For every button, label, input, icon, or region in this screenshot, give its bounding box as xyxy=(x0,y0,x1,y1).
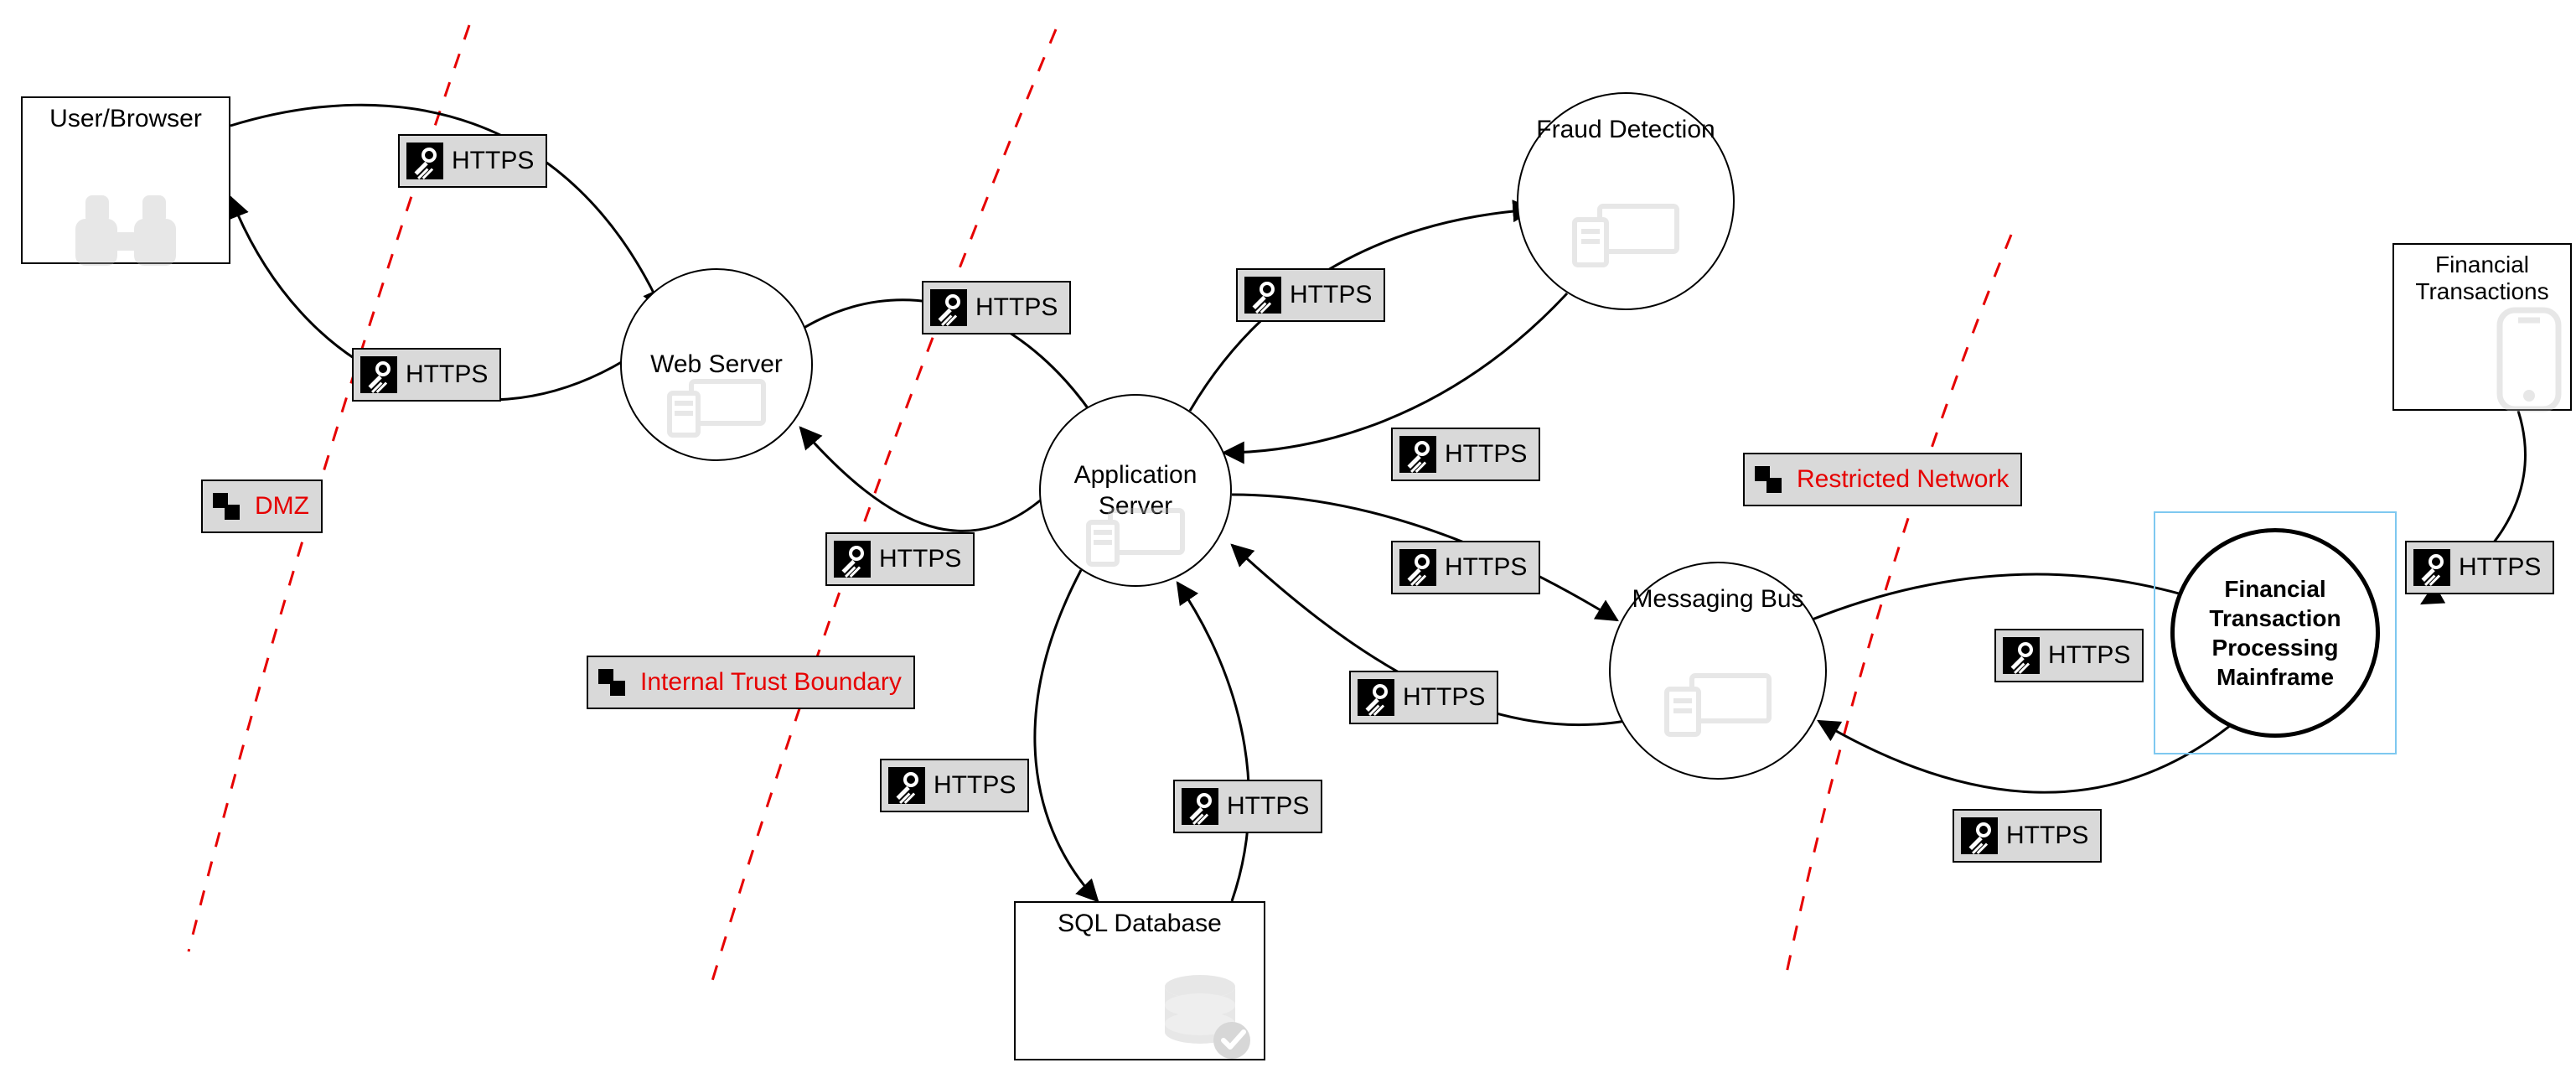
node-fraud-detection-label: Fraud Detection xyxy=(1536,114,1715,146)
key-icon xyxy=(360,356,397,393)
node-mainframe[interactable]: FinancialTransactionProcessingMainframe xyxy=(2170,528,2380,738)
flow-label-web-to-user: HTTPS xyxy=(352,348,501,402)
boundary-icon xyxy=(209,488,246,525)
boundary-internal-label: Internal Trust Boundary xyxy=(587,656,915,709)
key-icon xyxy=(1399,436,1436,473)
boundary-icon xyxy=(1751,461,1788,498)
key-icon xyxy=(1182,788,1218,825)
key-icon xyxy=(930,289,967,326)
node-financial-tx-label: FinancialTransactions xyxy=(2403,251,2562,305)
flow-label-fintx-to-main: HTTPS xyxy=(2405,541,2554,594)
boundary-restricted-label: Restricted Network xyxy=(1743,453,2022,506)
key-icon xyxy=(1399,549,1436,586)
node-user-browser-label: User/Browser xyxy=(49,105,202,133)
boundary-dmz-label: DMZ xyxy=(201,480,323,533)
flow-main-to-msg xyxy=(1818,713,2246,792)
key-icon xyxy=(1244,277,1281,314)
key-icon xyxy=(406,143,443,179)
flow-label-app-to-msg: HTTPS xyxy=(1391,541,1540,594)
key-icon xyxy=(2413,549,2450,586)
flow-sql-to-app xyxy=(1177,583,1249,901)
flow-label-app-to-sql: HTTPS xyxy=(880,759,1029,812)
key-icon xyxy=(834,541,871,578)
node-user-browser: User/Browser xyxy=(21,96,230,264)
flow-msg-to-main xyxy=(1810,574,2212,620)
key-icon xyxy=(1961,817,1998,854)
database-icon xyxy=(1158,972,1259,1064)
key-icon xyxy=(888,767,925,804)
node-sql-database-label: SQL Database xyxy=(1058,910,1222,938)
boundary-restricted-curve xyxy=(1785,235,2011,981)
flow-label-main-to-msg: HTTPS xyxy=(1953,809,2102,863)
node-application-server: ApplicationServer xyxy=(1039,394,1232,587)
boundary-icon xyxy=(595,664,632,701)
node-financial-tx: FinancialTransactions xyxy=(2392,243,2572,411)
mobile-icon xyxy=(2491,305,2567,414)
node-fraud-detection: Fraud Detection xyxy=(1517,92,1735,310)
node-web-server-label: Web Server xyxy=(650,349,783,381)
server-icon xyxy=(1571,201,1680,268)
node-messaging-bus-label: Messaging Bus xyxy=(1632,583,1803,615)
node-web-server: Web Server xyxy=(620,268,813,461)
binoculars-icon xyxy=(67,190,184,266)
flow-label-msg-to-app: HTTPS xyxy=(1349,671,1498,724)
server-icon xyxy=(1663,671,1772,738)
server-icon xyxy=(666,376,767,438)
flow-label-msg-to-main: HTTPS xyxy=(1994,629,2144,682)
node-mainframe-label: FinancialTransactionProcessingMainframe xyxy=(2190,574,2361,692)
node-messaging-bus: Messaging Bus xyxy=(1609,562,1827,780)
flow-app-to-web xyxy=(800,428,1056,531)
node-sql-database: SQL Database xyxy=(1014,901,1265,1060)
flow-app-to-sql xyxy=(1035,570,1098,901)
node-application-server-label: ApplicationServer xyxy=(1055,459,1216,522)
flow-label-fraud-to-app: HTTPS xyxy=(1391,428,1540,481)
diagram-canvas xyxy=(0,0,2576,1068)
flow-label-user-to-web: HTTPS xyxy=(398,134,547,188)
key-icon xyxy=(1358,679,1394,716)
flow-label-app-to-fraud: HTTPS xyxy=(1236,268,1385,322)
flow-label-app-to-web: HTTPS xyxy=(825,532,975,586)
flow-label-web-to-app: HTTPS xyxy=(922,281,1071,334)
flow-label-sql-to-app: HTTPS xyxy=(1173,780,1322,833)
key-icon xyxy=(2003,637,2040,674)
